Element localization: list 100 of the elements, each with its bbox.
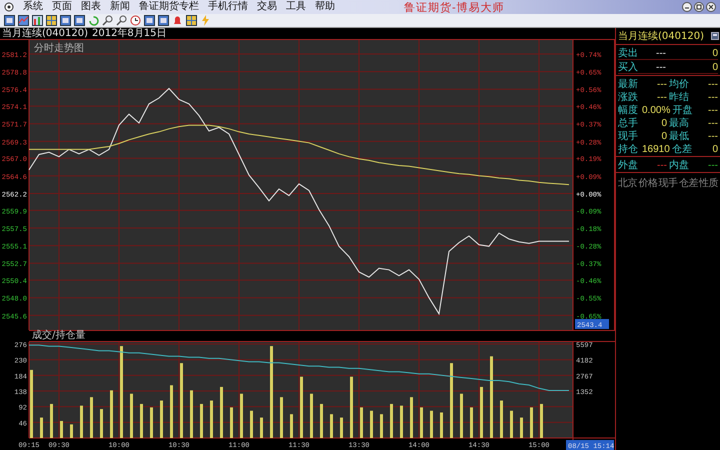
volume-bar <box>340 418 343 438</box>
quote-value: --- <box>707 78 718 90</box>
column-header: 价格 <box>638 176 658 190</box>
volume-bar <box>300 376 303 438</box>
volume-bar <box>200 404 203 438</box>
column-header: 性质 <box>699 176 718 190</box>
quote-value: --- <box>707 118 718 128</box>
menu-item[interactable]: 鲁证期货专栏 <box>139 1 199 13</box>
volume-bar <box>350 376 353 438</box>
quote-value: 0 <box>711 48 718 58</box>
quote-label: 最新 <box>618 78 639 91</box>
line-chart-icon[interactable] <box>18 15 29 26</box>
quote-value: --- <box>656 78 667 90</box>
volume-bar <box>480 386 483 438</box>
clock-icon[interactable] <box>130 15 141 26</box>
quote-value: 16910 <box>642 144 670 154</box>
volume-bar <box>150 407 153 438</box>
quote-value: --- <box>655 62 667 72</box>
maximize-icon[interactable] <box>694 2 704 12</box>
volume-bar <box>410 397 413 438</box>
magnifier-icon[interactable] <box>102 15 113 26</box>
quote-value: --- <box>707 92 718 102</box>
chart-date: 2012年8月15日 <box>92 28 167 40</box>
close-icon[interactable] <box>706 2 716 12</box>
volume-bar <box>280 397 283 438</box>
quote-label: 开盘 <box>672 104 694 117</box>
volume-bar <box>370 410 373 438</box>
volume-bar <box>360 407 363 438</box>
quote-title: 当月连续(040120) <box>618 30 704 43</box>
volume-bar <box>320 404 323 438</box>
menu-item[interactable]: 交易 <box>257 1 277 13</box>
volume-bar <box>400 406 403 438</box>
bell-icon[interactable] <box>172 15 183 26</box>
chart-title: 分时走势图 <box>34 43 84 54</box>
volume-bar <box>50 404 53 438</box>
quote-label: 幅度 <box>618 104 639 117</box>
volume-bar <box>140 404 143 438</box>
quote-value: --- <box>656 92 667 102</box>
volume-bar <box>430 410 433 438</box>
quote-value: 0 <box>660 118 667 128</box>
window-icon[interactable] <box>158 15 169 26</box>
column-header: 现手 <box>658 176 678 190</box>
quote-label: 持仓 <box>618 142 639 156</box>
window-icon[interactable] <box>711 32 719 40</box>
volume-bar <box>290 414 293 438</box>
volume-bar <box>330 414 333 438</box>
menu-item[interactable]: 新闻 <box>110 1 130 13</box>
window-icon[interactable] <box>144 15 155 26</box>
volume-bar <box>470 407 473 438</box>
quote-label: 昨结 <box>669 90 690 104</box>
quote-label: 买入 <box>618 60 639 74</box>
menu-item[interactable]: 工具 <box>286 1 306 13</box>
volume-bar <box>240 394 243 438</box>
magnifier-icon[interactable] <box>116 15 127 26</box>
quote-label: 外盘 <box>618 159 639 172</box>
quote-value: --- <box>707 104 718 116</box>
volume-bar <box>170 385 173 438</box>
menu-item[interactable]: 系统 <box>23 1 43 13</box>
bar-chart-icon[interactable] <box>32 15 43 26</box>
volume-bar <box>190 390 193 438</box>
volume-bar <box>40 418 43 438</box>
menu-item[interactable]: 页面 <box>52 1 72 13</box>
volume-bar <box>110 390 113 438</box>
volume-bar <box>500 400 503 438</box>
window-icon[interactable] <box>60 15 71 26</box>
quote-label: 最低 <box>669 130 690 143</box>
quote-label: 卖出 <box>618 46 639 60</box>
quote-value: 0 <box>711 144 718 154</box>
quote-label: 涨跌 <box>618 90 639 104</box>
volume-bar <box>260 418 263 438</box>
menu-item[interactable]: 手机行情 <box>208 1 248 13</box>
grid-icon[interactable] <box>46 15 57 26</box>
window-icon[interactable] <box>74 15 85 26</box>
quote-label: 总手 <box>618 116 639 130</box>
instrument-name: 当月连续(040120) <box>2 28 88 40</box>
menu-item[interactable]: 图表 <box>81 1 101 13</box>
quote-value: --- <box>707 130 718 142</box>
quote-value: 0 <box>711 62 718 72</box>
volume-bar <box>160 400 163 438</box>
window-icon[interactable] <box>4 15 15 26</box>
quote-value: --- <box>656 160 667 170</box>
menu-item[interactable]: 帮助 <box>315 1 335 13</box>
volume-bar <box>60 420 63 438</box>
volume-bar <box>70 424 73 438</box>
volume-bar <box>250 410 253 438</box>
volume-bar <box>420 407 423 438</box>
quote-label: 最高 <box>669 116 690 130</box>
volume-bar <box>80 406 83 438</box>
volume-bar <box>210 400 213 438</box>
quote-value: --- <box>655 48 667 58</box>
volume-bar <box>230 407 233 438</box>
minimize-icon[interactable] <box>682 2 692 12</box>
app-logo-icon <box>4 2 14 12</box>
grid-icon[interactable] <box>186 15 197 26</box>
volume-bar <box>540 404 543 438</box>
volume-bar <box>310 394 313 438</box>
quote-value: --- <box>707 160 718 170</box>
quote-label: 现手 <box>618 130 639 143</box>
window-title: 鲁证期货-博易大师 <box>404 0 505 14</box>
volume-bar <box>460 394 463 438</box>
